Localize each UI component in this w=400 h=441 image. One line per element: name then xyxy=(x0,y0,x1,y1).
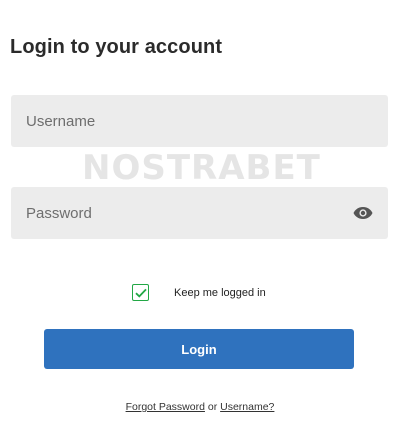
remember-me-row: Keep me logged in xyxy=(132,284,266,301)
remember-me-label: Keep me logged in xyxy=(174,286,266,299)
login-page: Login to your account NOSTRABET Keep me … xyxy=(0,0,400,441)
checkmark-icon xyxy=(134,288,147,298)
page-title: Login to your account xyxy=(10,36,223,58)
eye-icon[interactable] xyxy=(352,203,374,223)
login-button[interactable]: Login xyxy=(44,329,354,369)
password-field-container xyxy=(11,187,388,239)
username-field-container xyxy=(11,95,388,147)
remember-me-checkbox[interactable] xyxy=(132,284,149,301)
forgot-username-link[interactable]: Username? xyxy=(220,401,274,413)
brand-watermark: NOSTRABET xyxy=(82,148,321,188)
forgot-password-link[interactable]: Forgot Password xyxy=(126,401,205,413)
password-input[interactable] xyxy=(11,187,388,239)
username-input[interactable] xyxy=(11,95,388,147)
or-text: or xyxy=(204,401,221,413)
forgot-credentials: Forgot Password or Username? xyxy=(0,401,400,413)
